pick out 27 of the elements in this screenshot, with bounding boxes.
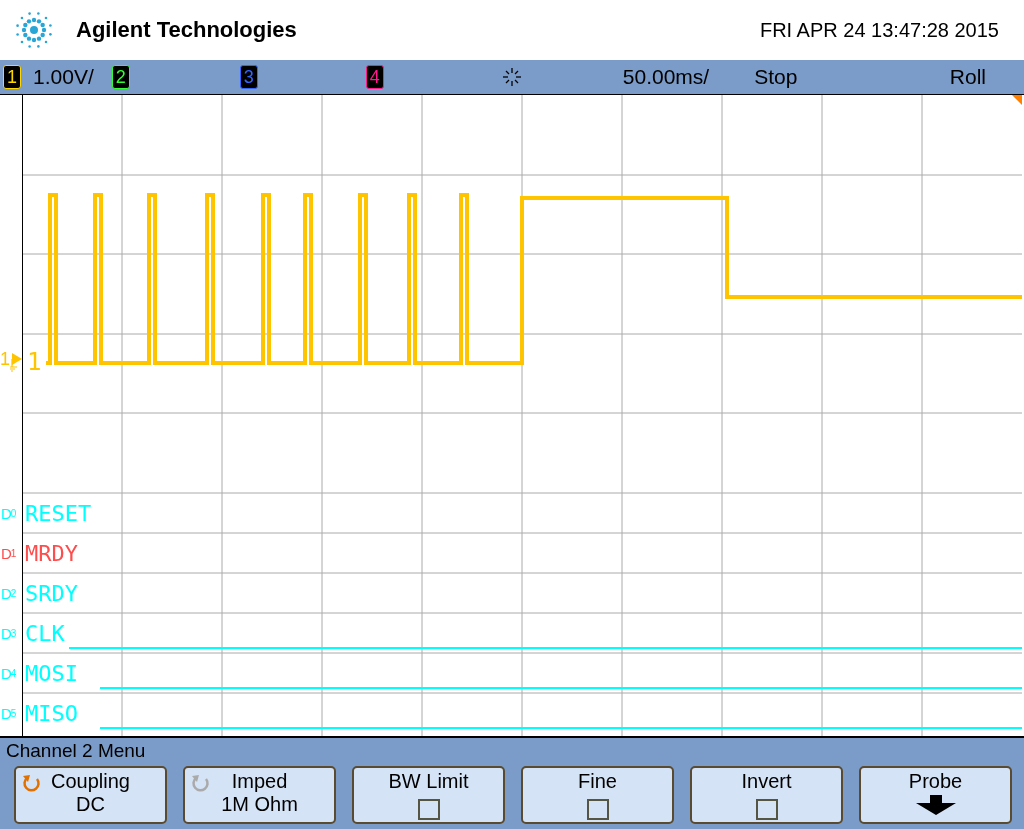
digital-channel-label: CLK (24, 620, 65, 646)
checkbox[interactable] (586, 799, 609, 820)
digital-channel-label: RESET (24, 500, 92, 526)
brand-name: Agilent Technologies (76, 17, 297, 43)
softkey-button[interactable]: Probe (859, 766, 1012, 824)
channel-badge[interactable]: 2 (111, 65, 130, 89)
digital-channel-label: MOSI (24, 660, 78, 686)
checkbox[interactable] (417, 799, 440, 820)
menu-title: Channel 2 Menu (6, 739, 147, 763)
softkey-button[interactable]: Fine (521, 766, 674, 824)
run-state: Stop (754, 65, 798, 89)
vertical-scale: 1.00V/ (33, 65, 94, 89)
trigger-icon (500, 66, 523, 88)
channel-badge[interactable]: 4 (365, 65, 384, 89)
acquisition-mode: Roll (949, 65, 986, 89)
timebase: 50.00ms/ (622, 65, 710, 89)
softkey-button[interactable]: Coupling DC (14, 766, 167, 824)
softkey-button[interactable]: Invert (690, 766, 843, 824)
channel-marker: 1 (27, 348, 42, 376)
digital-channel-label: MRDY (24, 540, 78, 566)
date-time: FRI APR 24 13:47:28 2015 (759, 18, 999, 42)
channel-badge[interactable]: 1 (3, 65, 21, 89)
softkey-button[interactable]: BW Limit (352, 766, 505, 824)
channel-badge[interactable]: 3 (239, 65, 258, 89)
checkbox[interactable] (755, 799, 778, 820)
digital-channel-label: SRDY (24, 580, 78, 606)
digital-channel-label: MISO (24, 700, 78, 726)
